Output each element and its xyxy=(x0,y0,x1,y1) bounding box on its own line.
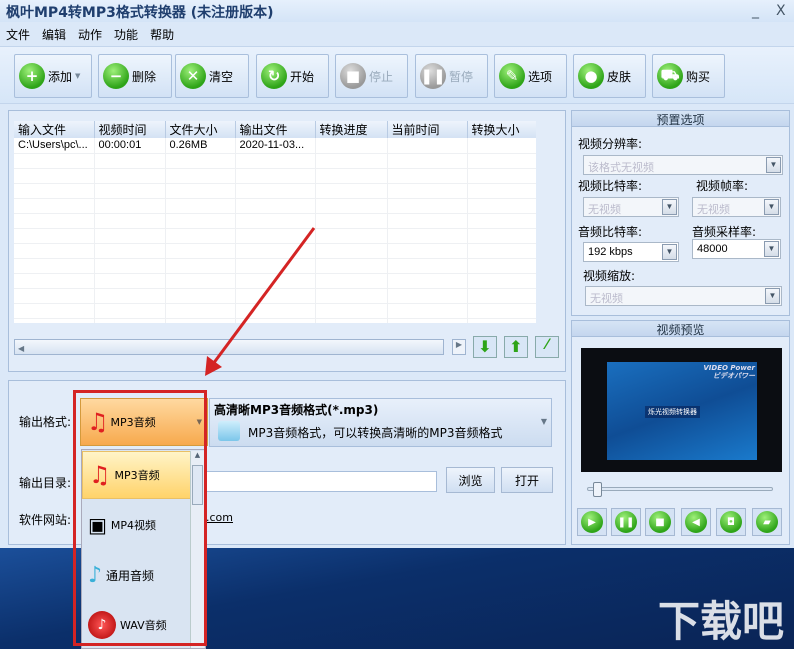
annotation-arrow xyxy=(205,227,316,376)
